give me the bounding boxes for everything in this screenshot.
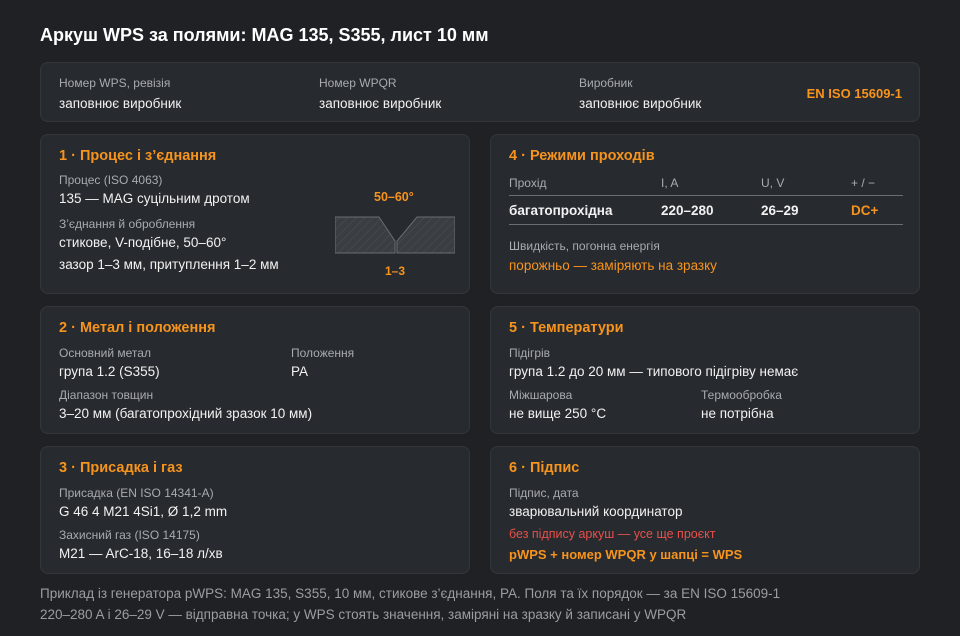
- interpass-label: Міжшарова: [509, 388, 573, 402]
- thickness-value: 3–20 мм (багатопрохідний зразок 10 мм): [59, 406, 313, 421]
- col-pass-header: Прохід: [509, 176, 547, 190]
- row-voltage: 26–29: [761, 203, 799, 218]
- passes-card: 4 · Режими проходів Прохід I, A U, V + /…: [490, 134, 920, 294]
- header-card: Номер WPS, ревізія заповнює виробник Ном…: [40, 62, 920, 122]
- row-polarity: DC+: [851, 203, 879, 218]
- table-top-rule: [509, 195, 903, 196]
- gas-label: Захисний газ (ISO 14175): [59, 528, 200, 542]
- unsigned-warning: без підпису аркуш — усе ще проєкт: [509, 527, 716, 541]
- interpass-value: не вище 250 °C: [509, 406, 607, 421]
- filler-card: 3 · Присадка і газ Присадка (EN ISO 1434…: [40, 446, 470, 574]
- col-current-header: I, A: [661, 176, 679, 190]
- gas-value: M21 — ArC-18, 16–18 л/хв: [59, 546, 223, 561]
- sign-value: зварювальний координатор: [509, 504, 683, 519]
- page-title: Аркуш WPS за полями: MAG 135, S355, лист…: [40, 25, 489, 45]
- position-label: Положення: [291, 346, 355, 360]
- footer-line-1: Приклад із генератора pWPS: MAG 135, S35…: [40, 586, 781, 601]
- wps-sheet: Аркуш WPS за полями: MAG 135, S355, лист…: [0, 0, 960, 636]
- maker-label: Виробник: [579, 76, 633, 90]
- speed-label: Швидкість, погонна енергія: [509, 239, 660, 253]
- preheat-value: група 1.2 до 20 мм — типового підігріву …: [509, 364, 799, 379]
- position-value: PA: [291, 364, 309, 379]
- table-bottom-rule: [509, 224, 903, 225]
- footer-line-2: 220–280 A і 26–29 V — відправна точка; у…: [40, 607, 687, 622]
- metal-card: 2 · Метал і положення Основний метал гру…: [40, 306, 470, 434]
- base-metal-value: група 1.2 (S355): [59, 364, 160, 379]
- row-current: 220–280: [661, 203, 714, 218]
- joint-value-2: зазор 1–3 мм, притуплення 1–2 мм: [59, 257, 279, 272]
- right-plate: [396, 216, 455, 254]
- temps-card: 5 · Температури Підігрів група 1.2 до 20…: [490, 306, 920, 434]
- gap-label: 1–3: [385, 264, 406, 278]
- bevel-angle-label: 50–60°: [374, 190, 414, 204]
- signature-card: 6 · Підпис Підпис, дата зварювальний коо…: [490, 446, 920, 574]
- temps-heading: 5 · Температури: [509, 320, 624, 336]
- process-card: 1 · Процес і з’єднання Процес (ISO 4063)…: [40, 134, 470, 294]
- filler-label: Присадка (EN ISO 14341-A): [59, 486, 214, 500]
- filler-value: G 46 4 M21 4Si1, Ø 1,2 mm: [59, 504, 228, 519]
- process-heading: 1 · Процес і з’єднання: [59, 148, 217, 164]
- filler-heading: 3 · Присадка і газ: [59, 460, 183, 476]
- base-metal-label: Основний метал: [59, 346, 151, 360]
- joint-label: З’єднання й оброблення: [59, 217, 196, 231]
- col-voltage-header: U, V: [761, 176, 785, 190]
- thickness-label: Діапазон товщин: [59, 388, 154, 402]
- passes-heading: 4 · Режими проходів: [509, 148, 655, 164]
- wps-number-label: Номер WPS, ревізія: [59, 76, 171, 90]
- joint-diagram-icon: [335, 216, 455, 254]
- col-polarity-header: + / −: [851, 176, 876, 190]
- signature-heading: 6 · Підпис: [509, 460, 580, 476]
- standard-badge: EN ISO 15609-1: [806, 86, 902, 101]
- preheat-label: Підігрів: [509, 346, 551, 360]
- wpqr-number-value: заповнює виробник: [319, 96, 442, 111]
- row-pass: багатопрохідна: [509, 203, 613, 218]
- process-value: 135 — MAG суцільним дротом: [59, 191, 250, 206]
- left-plate: [335, 216, 396, 254]
- joint-value-1: стикове, V-подібне, 50–60°: [59, 235, 227, 250]
- metal-heading: 2 · Метал і положення: [59, 320, 216, 336]
- sign-label: Підпис, дата: [509, 486, 579, 500]
- wps-formula: pWPS + номер WPQR у шапці = WPS: [509, 547, 743, 562]
- speed-value: порожньо — заміряють на зразку: [509, 258, 717, 273]
- wpqr-number-label: Номер WPQR: [319, 76, 397, 90]
- process-label: Процес (ISO 4063): [59, 173, 163, 187]
- pwht-label: Термообробка: [701, 388, 782, 402]
- pwht-value: не потрібна: [701, 406, 774, 421]
- wps-number-value: заповнює виробник: [59, 96, 182, 111]
- maker-value: заповнює виробник: [579, 96, 702, 111]
